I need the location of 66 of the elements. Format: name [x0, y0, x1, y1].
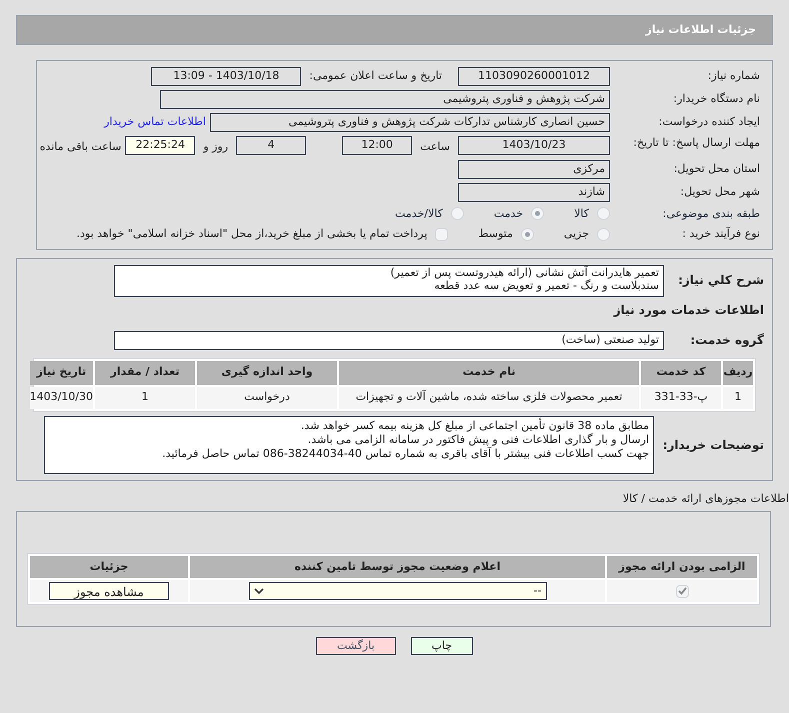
section-heading: اطلاعات مجوزهای ارائه خدمت / کالا — [622, 492, 789, 504]
need-number-field[interactable]: 1103090260001012 — [458, 67, 610, 86]
column-header: تعداد / مقدار — [95, 360, 195, 384]
table-cell: 1 — [95, 386, 195, 408]
field-label: نوع فرآیند خرید : — [681, 226, 760, 242]
buyer-org-field[interactable]: شرکت پژوهش و فناوری پتروشیمی — [160, 90, 610, 109]
field-label: کالا — [574, 206, 589, 222]
radio-button[interactable] — [450, 207, 464, 220]
buyer-contact-link[interactable]: اطلاعات تماس خریدار — [104, 114, 206, 131]
city-field[interactable]: شازند — [458, 182, 610, 202]
radio-button[interactable] — [520, 228, 534, 241]
field-label: شماره نیاز: — [706, 68, 760, 84]
column-header: واحد اندازه گیری — [197, 360, 337, 384]
status-dropdown[interactable]: -- — [248, 582, 546, 600]
column-header: الزامی بودن ارائه مجوز — [607, 556, 757, 578]
table-cell: درخواست — [197, 386, 337, 408]
radio-button[interactable] — [597, 207, 610, 220]
deadline-time-field[interactable]: 12:00 — [342, 136, 412, 155]
view-permit-button[interactable]: مشاهده مجوز — [49, 582, 169, 600]
table-cell: تعمیر محصولات فلزی ساخته شده، ماشین آلات و تجهیزات — [339, 386, 639, 408]
field-label: ساعت باقی مانده — [40, 139, 122, 155]
field-label: پرداخت تمام یا بخشی از مبلغ خرید،از محل "اسناد خزانه اسلامی" خواهد بود. — [76, 226, 428, 242]
field-label: نام دستگاه خریدار: — [672, 91, 760, 108]
section-heading: اطلاعات خدمات مورد نیاز — [612, 302, 764, 318]
field-label: کالا/خدمت — [395, 206, 443, 222]
checkmark-icon — [678, 587, 686, 595]
checkbox[interactable] — [435, 228, 448, 241]
field-label: گروه خدمت: — [689, 332, 764, 349]
field-label: شهر محل تحویل: — [679, 184, 760, 200]
column-header: جزئیات — [30, 556, 188, 578]
column-header: ردیف — [723, 360, 753, 384]
buyer-notes-textarea[interactable]: مطابق ماده 38 قانون تأمین اجتماعی از مبلغ کل هزینه بیمه کسر خواهد شد. ارسال و بار گذاری اطلاعات فنی و پیش فاکتور در سامانه الزامی می باشد. جهت کسب اطلاعات فنی بیشتر با آقای باقری به شماره تماس 40-38244034-086 تماس حاصل فرمائید. — [44, 416, 654, 474]
field-label: ایجاد کننده درخواست: — [658, 114, 760, 130]
requester-field[interactable]: حسین انصاری کارشناس تدارکات شرکت پژوهش و فناوری پتروشیمی — [210, 113, 610, 132]
province-field[interactable]: مرکزی — [458, 160, 610, 178]
field-label: ساعت — [420, 139, 450, 155]
field-label: استان محل تحویل: — [672, 160, 760, 177]
column-header: کد خدمت — [641, 360, 721, 384]
field-label: شرح کلي نياز: — [677, 272, 764, 288]
table-cell: 1 — [723, 386, 753, 408]
remaining-time-field[interactable]: 22:25:24 — [125, 136, 196, 155]
checkbox[interactable] — [676, 584, 688, 598]
column-header: اعلام وضعیت مجوز توسط تامین کننده — [190, 556, 605, 578]
deadline-date-field[interactable]: 1403/10/23 — [458, 136, 610, 155]
radio-button[interactable] — [531, 207, 544, 220]
radio-button[interactable] — [597, 228, 610, 241]
print-button[interactable]: چاپ — [410, 637, 474, 655]
announce-date-field[interactable]: 1403/10/18 - 13:09 — [151, 67, 302, 86]
field-label: طبقه بندی موضوعی: — [662, 206, 760, 222]
back-button[interactable]: بازگشت — [316, 637, 396, 655]
field-label: مهلت ارسال پاسخ: تا تاریخ: — [632, 136, 760, 149]
page-title: جزئیات اطلاعات نیاز — [646, 22, 756, 38]
chevron-down-icon — [254, 588, 264, 594]
field-label: متوسط — [478, 226, 513, 242]
table-cell: پ-33-331 — [641, 386, 721, 408]
field-label: روز و — [203, 139, 228, 155]
field-label: توضیحات خریدار: — [662, 436, 764, 454]
description-textarea[interactable]: تعمیر هایدرانت آتش نشانی (ارائه هیدروتست پس از تعمیر) سندبلاست و رنگ - تعمیر و تعویض سه عدد قطعه — [114, 264, 664, 296]
field-label: خدمت — [494, 206, 524, 222]
table-cell: 1403/10/30 — [30, 386, 93, 408]
field-label: تاریخ و ساعت اعلان عمومی: — [309, 68, 442, 84]
column-header: نام خدمت — [339, 360, 639, 384]
field-label: جزیی — [564, 226, 589, 242]
days-field[interactable]: 4 — [236, 136, 306, 155]
service-group-field[interactable]: تولید صنعتی (ساخت) — [114, 330, 664, 350]
column-header: تاریخ نیاز — [30, 360, 93, 384]
